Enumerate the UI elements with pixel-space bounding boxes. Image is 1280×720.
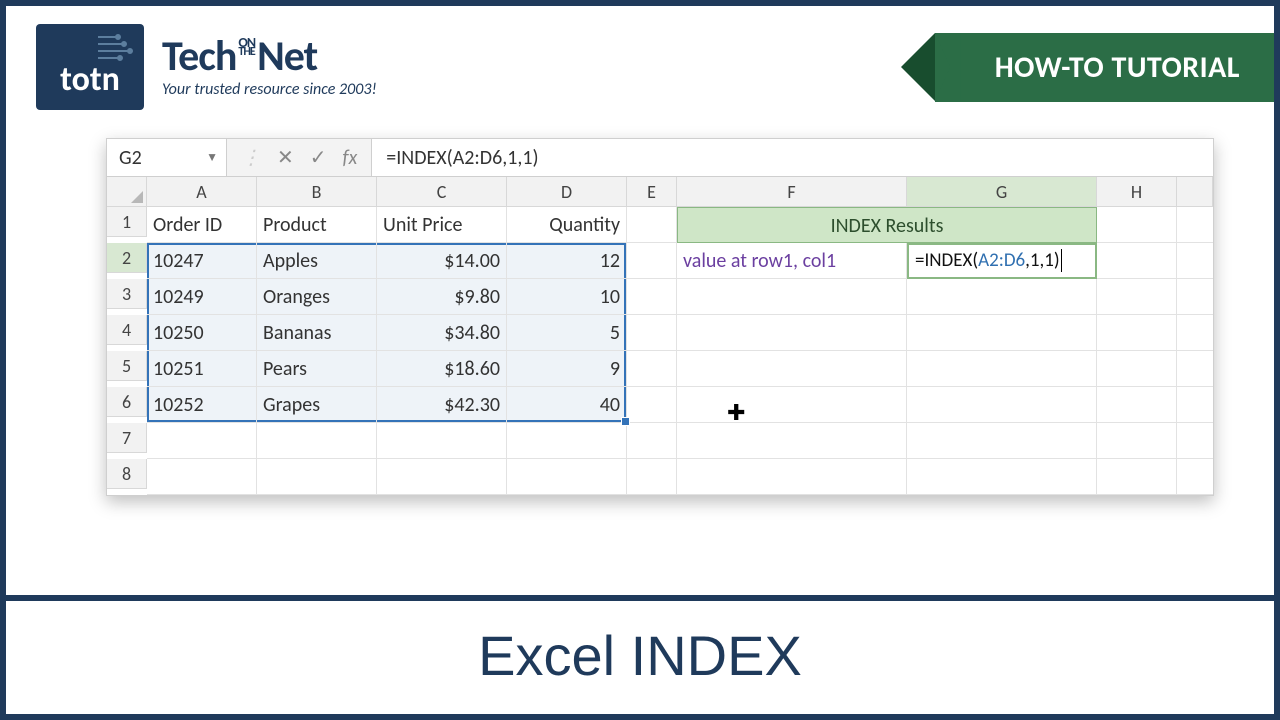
formula-bar: G2 ▼ ⋮ ✕ ✓ fx =INDEX(A2:D6,1,1): [107, 139, 1213, 177]
cell-D3[interactable]: 10: [507, 279, 627, 315]
cell-C6[interactable]: $42.30: [377, 387, 507, 423]
col-B[interactable]: B: [257, 177, 377, 207]
col-F[interactable]: F: [677, 177, 907, 207]
col-C[interactable]: C: [377, 177, 507, 207]
row-3[interactable]: 3: [107, 279, 147, 309]
cell-D1[interactable]: Quantity: [507, 207, 627, 243]
row-5[interactable]: 5: [107, 351, 147, 381]
col-A[interactable]: A: [147, 177, 257, 207]
cell-D5[interactable]: 9: [507, 351, 627, 387]
logo-mark: totn: [36, 24, 144, 110]
brand-name: TechONTHENet: [162, 36, 377, 78]
select-all-corner[interactable]: [107, 177, 147, 207]
cancel-icon[interactable]: ✕: [277, 145, 294, 170]
excel-window: G2 ▼ ⋮ ✕ ✓ fx =INDEX(A2:D6,1,1) A B C D …: [106, 138, 1214, 496]
col-G[interactable]: G: [907, 177, 1097, 207]
name-box[interactable]: G2 ▼: [107, 139, 227, 176]
site-logo: totn TechONTHENet Your trusted resource …: [36, 24, 377, 110]
formula-text: =INDEX(A2:D6,1,1): [386, 146, 538, 170]
chevron-down-icon: ▼: [206, 150, 218, 165]
cell-D6[interactable]: 40: [507, 387, 627, 423]
cell-A1[interactable]: Order ID: [147, 207, 257, 243]
row-4[interactable]: 4: [107, 315, 147, 345]
cell-B6[interactable]: Grapes: [257, 387, 377, 423]
cell-B5[interactable]: Pears: [257, 351, 377, 387]
row-7[interactable]: 7: [107, 423, 147, 453]
divider-icon: ⋮: [241, 145, 261, 170]
col-E[interactable]: E: [627, 177, 677, 207]
cell-A6[interactable]: 10252: [147, 387, 257, 423]
cell-H2[interactable]: [1097, 243, 1177, 279]
cell-B2[interactable]: Apples: [257, 243, 377, 279]
cell-C4[interactable]: $34.80: [377, 315, 507, 351]
cell-C1[interactable]: Unit Price: [377, 207, 507, 243]
ribbon-label: HOW-TO TUTORIAL: [995, 49, 1240, 86]
cell-A4[interactable]: 10250: [147, 315, 257, 351]
cell-B3[interactable]: Oranges: [257, 279, 377, 315]
cell-G2[interactable]: =INDEX(A2:D6,1,1): [907, 243, 1097, 279]
tutorial-ribbon: HOW-TO TUTORIAL: [935, 33, 1274, 102]
cursor-icon: ✚: [727, 399, 745, 426]
cell-C5[interactable]: $18.60: [377, 351, 507, 387]
row-1[interactable]: 1: [107, 207, 147, 237]
cell-A2[interactable]: 10247: [147, 243, 257, 279]
row-6[interactable]: 6: [107, 387, 147, 417]
formula-input[interactable]: =INDEX(A2:D6,1,1): [372, 139, 1213, 176]
cell-E1[interactable]: [627, 207, 677, 243]
cell-B4[interactable]: Bananas: [257, 315, 377, 351]
col-overflow: [1177, 177, 1213, 207]
cell-D2[interactable]: 12: [507, 243, 627, 279]
row-8[interactable]: 8: [107, 459, 147, 489]
page-title: Excel INDEX: [6, 623, 1274, 688]
fx-icon[interactable]: fx: [343, 146, 358, 170]
circuit-icon: [90, 32, 136, 72]
row-2[interactable]: 2: [107, 243, 147, 273]
cell-B1[interactable]: Product: [257, 207, 377, 243]
cell-F2[interactable]: value at row1, col1: [677, 243, 907, 279]
cell-C3[interactable]: $9.80: [377, 279, 507, 315]
cell-A3[interactable]: 10249: [147, 279, 257, 315]
cell-H1[interactable]: [1097, 207, 1177, 243]
col-H[interactable]: H: [1097, 177, 1177, 207]
cell-E2[interactable]: [627, 243, 677, 279]
col-D[interactable]: D: [507, 177, 627, 207]
cell-C2[interactable]: $14.00: [377, 243, 507, 279]
enter-icon[interactable]: ✓: [310, 145, 327, 170]
spreadsheet-grid[interactable]: A B C D E F G H 1 Order ID Product Unit …: [107, 177, 1213, 495]
cell-A5[interactable]: 10251: [147, 351, 257, 387]
name-box-value: G2: [119, 146, 142, 170]
cell-F1G1[interactable]: INDEX Results: [677, 207, 1097, 243]
cell-D4[interactable]: 5: [507, 315, 627, 351]
footer-banner: Excel INDEX: [6, 595, 1274, 714]
brand-tagline: Your trusted resource since 2003!: [162, 80, 377, 99]
